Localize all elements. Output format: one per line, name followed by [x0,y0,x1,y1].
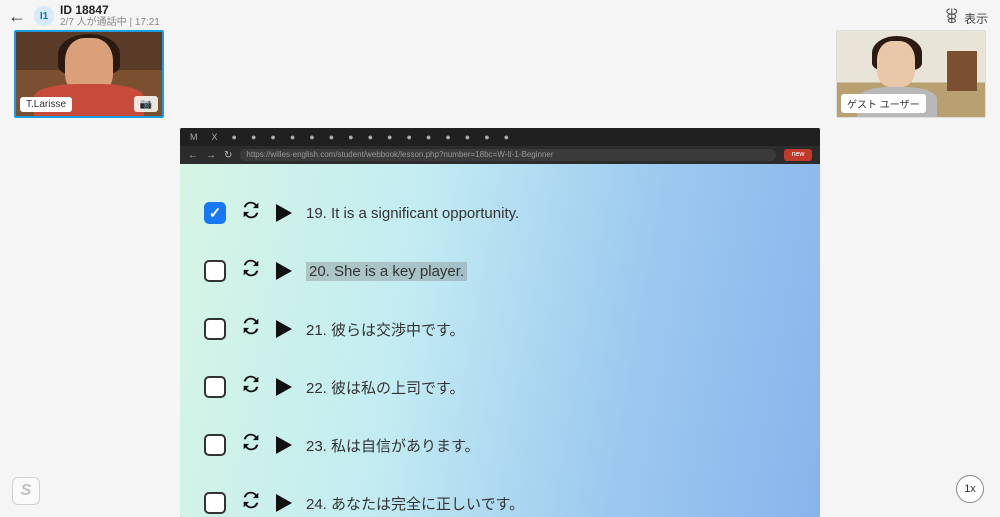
sentence-text: 19. It is a significant opportunity. [306,205,519,222]
tab-icon: M [190,132,198,142]
tab-icon: ● [232,132,237,142]
bg-cabinet [947,51,977,91]
view-label: 表示 [964,10,988,27]
url-field[interactable]: https://willes-english.com/student/webbo… [240,149,776,161]
guest-name-label: ゲスト ユーザー [841,94,926,113]
tab-icon: ● [368,132,373,142]
repeat-icon[interactable] [240,431,262,459]
tab-icon: ● [251,132,256,142]
play-icon[interactable] [276,320,292,338]
sentence-checkbox[interactable] [204,376,226,398]
grid-icon: ⯚ [946,6,958,30]
lesson-row: 24. あなたは完全に正しいです。 [204,474,796,517]
repeat-icon[interactable] [240,315,262,343]
play-icon[interactable] [276,204,292,222]
nav-fwd-icon[interactable]: → [206,150,216,161]
header-bar: ← I1 ID 18847 2/7 人が通話中 | 17:21 [8,4,992,28]
play-icon[interactable] [276,436,292,454]
sentence-checkbox[interactable]: ✓ [204,202,226,224]
sentence-checkbox[interactable] [204,434,226,456]
browser-address-bar[interactable]: ← → ↻ https://willes-english.com/student… [180,146,820,164]
call-title-block: ID 18847 2/7 人が通話中 | 17:21 [60,4,160,28]
nav-back-icon[interactable]: ← [188,150,198,161]
play-icon[interactable] [276,378,292,396]
tab-icon: ● [504,132,509,142]
sentence-checkbox[interactable] [204,492,226,514]
sentence-text: 21. 彼らは交渉中です。 [306,319,465,340]
caller-avatar[interactable]: I1 [34,6,54,26]
call-id: ID 18847 [60,4,160,17]
tab-icon: ● [484,132,489,142]
play-icon[interactable] [276,262,292,280]
sentence-checkbox[interactable] [204,318,226,340]
call-subtitle: 2/7 人が通話中 | 17:21 [60,17,160,28]
shared-screen-window: M X ● ● ● ● ● ● ● ● ● ● ● ● ● ● ● ← → ↻ … [180,128,820,517]
tab-icon: ● [406,132,411,142]
browser-tabstrip[interactable]: M X ● ● ● ● ● ● ● ● ● ● ● ● ● ● ● [180,128,820,146]
sentence-text: 24. あなたは完全に正しいです。 [306,493,524,514]
self-video-tile[interactable]: T.Larisse 📷 [14,30,164,118]
playback-speed-button[interactable]: 1x [956,475,984,503]
sentence-text: 20. She is a key player. [306,262,467,281]
sentence-text: 23. 私は自信があります。 [306,435,480,456]
view-toggle[interactable]: ⯚ 表示 [946,6,988,30]
lesson-row: 21. 彼らは交渉中です。 [204,300,796,358]
lesson-row: 22. 彼は私の上司です。 [204,358,796,416]
tab-icon: ● [309,132,314,142]
play-icon[interactable] [276,494,292,512]
tab-icon: ● [426,132,431,142]
nav-reload-icon[interactable]: ↻ [224,150,232,161]
tab-icon: ● [329,132,334,142]
tab-icon: ● [387,132,392,142]
repeat-icon[interactable] [240,489,262,517]
repeat-icon[interactable] [240,257,262,285]
self-name-label: T.Larisse [20,97,72,112]
camera-icon[interactable]: 📷 [134,96,158,112]
guest-video-tile[interactable]: ゲスト ユーザー [836,30,986,118]
skype-icon: S [12,477,40,505]
lesson-row: ✓ 19. It is a significant opportunity. [204,184,796,242]
tab-icon: ● [445,132,450,142]
extension-badge[interactable]: new [784,149,812,161]
repeat-icon[interactable] [240,373,262,401]
lesson-row: 20. She is a key player. [204,242,796,300]
repeat-icon[interactable] [240,199,262,227]
tab-icon: ● [270,132,275,142]
tab-icon: ● [348,132,353,142]
sentence-checkbox[interactable] [204,260,226,282]
tab-icon: ● [465,132,470,142]
tab-icon: ● [290,132,295,142]
lesson-row: 23. 私は自信があります。 [204,416,796,474]
sentence-text: 22. 彼は私の上司です。 [306,377,465,398]
tab-icon: X [212,132,218,142]
avatar-face [877,41,915,87]
back-arrow[interactable]: ← [8,6,26,27]
lesson-content: ✓ 19. It is a significant opportunity. 20.… [180,164,820,517]
